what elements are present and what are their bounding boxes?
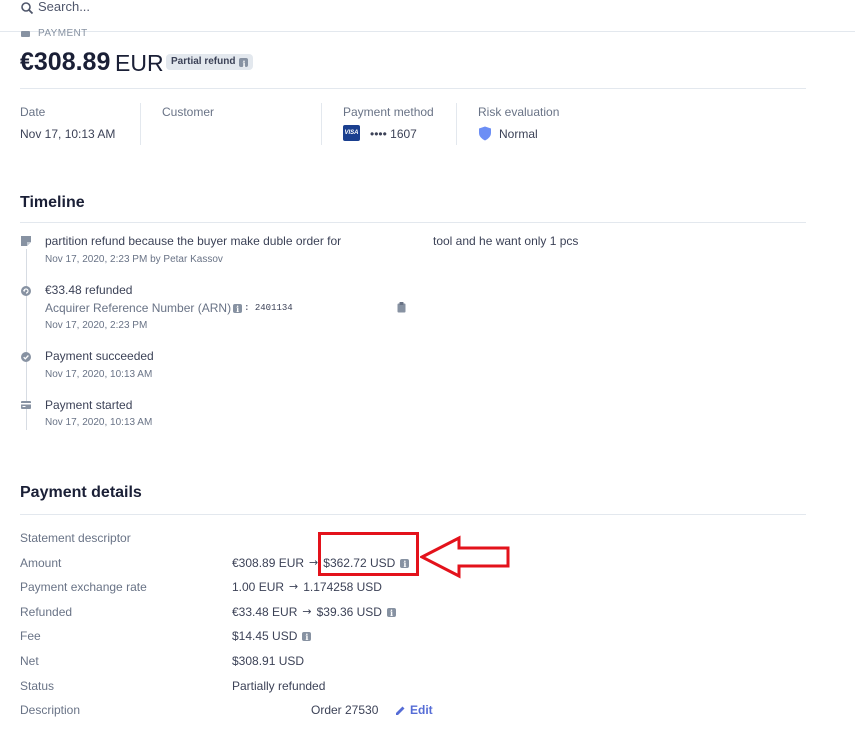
edit-label: Edit xyxy=(410,703,433,717)
status-label: Status xyxy=(20,679,55,693)
fee-amount: $14.45 USD xyxy=(232,629,298,643)
search-input[interactable]: Search... xyxy=(38,0,90,14)
risk-value[interactable]: Normal xyxy=(499,127,538,141)
annotation-highlight-box xyxy=(318,532,419,576)
edit-description-button[interactable]: Edit xyxy=(395,703,433,717)
search-icon xyxy=(21,2,34,15)
statement-descriptor-label: Statement descriptor xyxy=(20,531,131,545)
amount-label: Amount xyxy=(20,556,62,570)
customer-label: Customer xyxy=(162,105,215,119)
divider xyxy=(20,88,806,89)
timeline-refund-meta: Nov 17, 2020, 2:23 PM xyxy=(45,320,148,331)
timeline-note-text-part1: partition refund because the buyer make … xyxy=(45,234,342,248)
exchange-rate-from: 1.00 EUR xyxy=(232,580,285,594)
payment-amount: €308.89 xyxy=(20,48,111,76)
amount-from: €308.89 EUR xyxy=(232,556,305,570)
info-icon[interactable] xyxy=(302,630,312,644)
description-label: Description xyxy=(20,703,81,717)
description-value: Order 27530 xyxy=(311,703,379,717)
payment-method-label: Payment method xyxy=(343,105,434,119)
arrow-right-icon: → xyxy=(289,580,299,593)
pencil-icon xyxy=(396,706,405,715)
timeline-refund-text: €33.48 refunded xyxy=(45,283,133,297)
payment-currency: EUR xyxy=(115,50,164,76)
status-value: Partially refunded xyxy=(232,679,326,693)
refunded-from: €33.48 EUR xyxy=(232,605,298,619)
fee-label: Fee xyxy=(20,629,41,643)
exchange-rate-value: 1.00 EUR → 1.174258 USD xyxy=(232,580,382,594)
status-badge: Partial refund xyxy=(166,54,254,72)
shield-icon xyxy=(479,126,491,141)
status-badge-label: Partial refund xyxy=(171,56,236,67)
divider xyxy=(321,103,322,145)
refunded-value: €33.48 EUR → $39.36 USD xyxy=(232,605,396,620)
risk-label: Risk evaluation xyxy=(478,105,560,119)
fee-value: $14.45 USD xyxy=(232,629,312,644)
divider xyxy=(140,103,141,145)
timeline-note-meta: Nov 17, 2020, 2:23 PM by Petar Kassov xyxy=(45,254,223,265)
copy-icon[interactable] xyxy=(397,302,406,313)
arrow-right-icon: → xyxy=(309,556,319,569)
date-value: Nov 17, 10:13 AM xyxy=(20,127,116,141)
divider xyxy=(20,514,806,515)
refunded-to: $39.36 USD xyxy=(316,605,382,619)
check-circle-icon xyxy=(21,352,31,362)
timeline-title: Timeline xyxy=(20,194,85,211)
payment-details-title: Payment details xyxy=(20,484,142,501)
info-icon[interactable] xyxy=(386,606,396,620)
divider xyxy=(456,103,457,145)
refunded-label: Refunded xyxy=(20,605,73,619)
date-label: Date xyxy=(20,105,46,119)
exchange-rate-to: 1.174258 USD xyxy=(303,580,382,594)
payment-label-icon xyxy=(21,31,30,37)
timeline-succeeded-meta: Nov 17, 2020, 10:13 AM xyxy=(45,369,153,380)
net-label: Net xyxy=(20,654,39,668)
card-icon xyxy=(21,401,31,409)
payment-method-value[interactable]: •••• 1607 xyxy=(370,127,417,141)
info-icon[interactable] xyxy=(239,56,249,72)
divider xyxy=(20,222,806,223)
refund-icon xyxy=(21,286,31,296)
annotation-arrow-icon xyxy=(420,535,510,579)
timeline-note-text-part2: tool and he want only 1 pcs xyxy=(433,234,579,248)
arn-value: : 2401134 xyxy=(244,303,293,313)
arn-row: Acquirer Reference Number (ARN) : 240113… xyxy=(45,301,293,316)
note-icon xyxy=(21,236,31,246)
visa-card-icon: VISA xyxy=(343,125,360,141)
timeline-succeeded-text: Payment succeeded xyxy=(45,349,154,363)
exchange-rate-label: Payment exchange rate xyxy=(20,580,147,594)
info-icon[interactable] xyxy=(233,302,243,316)
arrow-right-icon: → xyxy=(302,605,312,618)
timeline-started-meta: Nov 17, 2020, 10:13 AM xyxy=(45,417,153,428)
timeline-started-text: Payment started xyxy=(45,398,133,412)
page-label: PAYMENT xyxy=(38,28,88,39)
net-value: $308.91 USD xyxy=(232,654,305,668)
arn-label: Acquirer Reference Number (ARN) xyxy=(45,301,232,315)
top-search-bar[interactable] xyxy=(0,0,855,32)
